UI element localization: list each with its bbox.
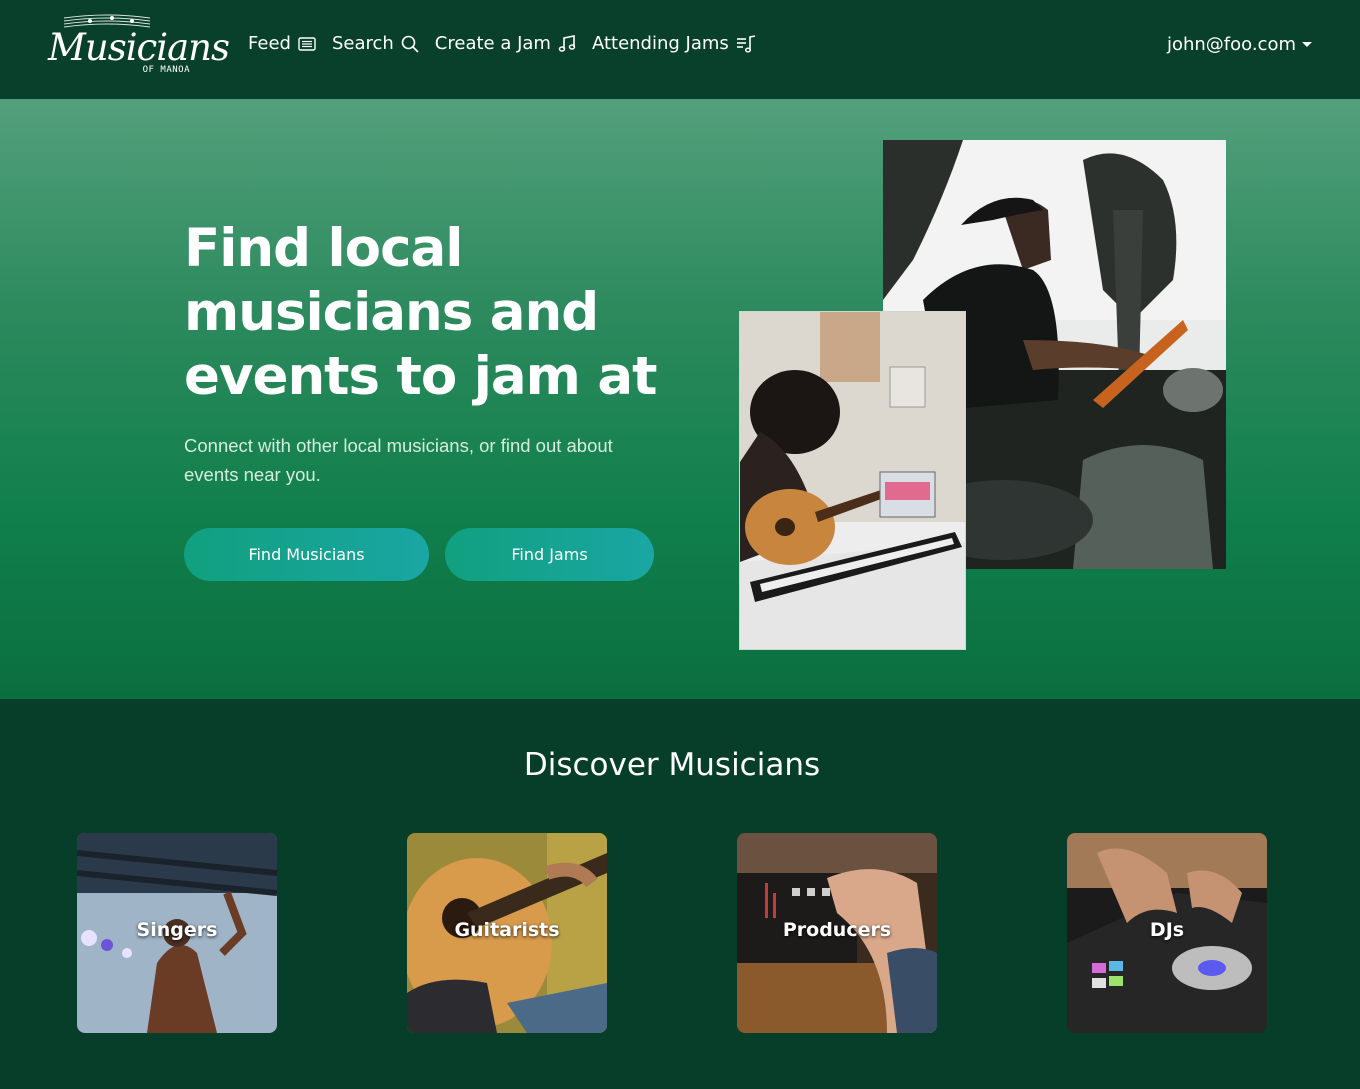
category-card-producers[interactable]: Producers [737, 833, 937, 1033]
guitarist-photo [739, 311, 966, 650]
discover-section: Discover Musicians Singers Guitarists Pr… [0, 699, 1360, 1089]
nav-attending-jams-label: Attending Jams [591, 33, 729, 54]
category-card-guitarists[interactable]: Guitarists [407, 833, 607, 1033]
nav-feed[interactable]: Feed [248, 33, 316, 54]
nav-attending-jams[interactable]: Attending Jams [592, 33, 756, 54]
nav-links: Feed Search Create a Jam Attending Jams [248, 33, 772, 54]
nav-search-label: Search [331, 33, 394, 54]
category-label-singers: Singers [136, 919, 218, 941]
nav-create-jam-label: Create a Jam [434, 33, 551, 54]
category-label-guitarists: Guitarists [454, 919, 560, 941]
search-icon [401, 35, 419, 53]
nav-create-jam[interactable]: Create a Jam [435, 33, 576, 54]
newspaper-icon [298, 36, 316, 51]
nav-feed-label: Feed [248, 33, 291, 54]
navbar: Musicians OF MANOA Feed Search Create a … [0, 0, 1360, 99]
hero-lead: Connect with other local musicians, or f… [184, 435, 613, 485]
discover-title: Discover Musicians [523, 747, 821, 783]
user-menu-dropdown[interactable]: john@foo.com [1167, 34, 1312, 55]
brand-name: Musicians [48, 26, 230, 69]
find-musicians-button[interactable]: Find Musicians [184, 528, 429, 581]
find-jams-button[interactable]: Find Jams [445, 528, 654, 581]
hero-section: Find local musicians and events to jam a… [0, 99, 1360, 699]
user-email: john@foo.com [1166, 34, 1296, 55]
music-list-icon [736, 34, 755, 53]
hero-title: Find local musicians and events to jam a… [184, 218, 657, 407]
brand-subtitle: OF MANOA [142, 65, 190, 75]
category-card-singers[interactable]: Singers [77, 833, 277, 1033]
category-label-djs: DJs [1149, 919, 1185, 941]
nav-search[interactable]: Search [332, 33, 419, 54]
music-note-icon [558, 34, 576, 52]
category-card-djs[interactable]: DJs [1067, 833, 1267, 1033]
caret-down-icon [1302, 42, 1312, 47]
category-label-producers: Producers [782, 919, 892, 941]
brand-logo[interactable]: Musicians OF MANOA [48, 12, 230, 82]
